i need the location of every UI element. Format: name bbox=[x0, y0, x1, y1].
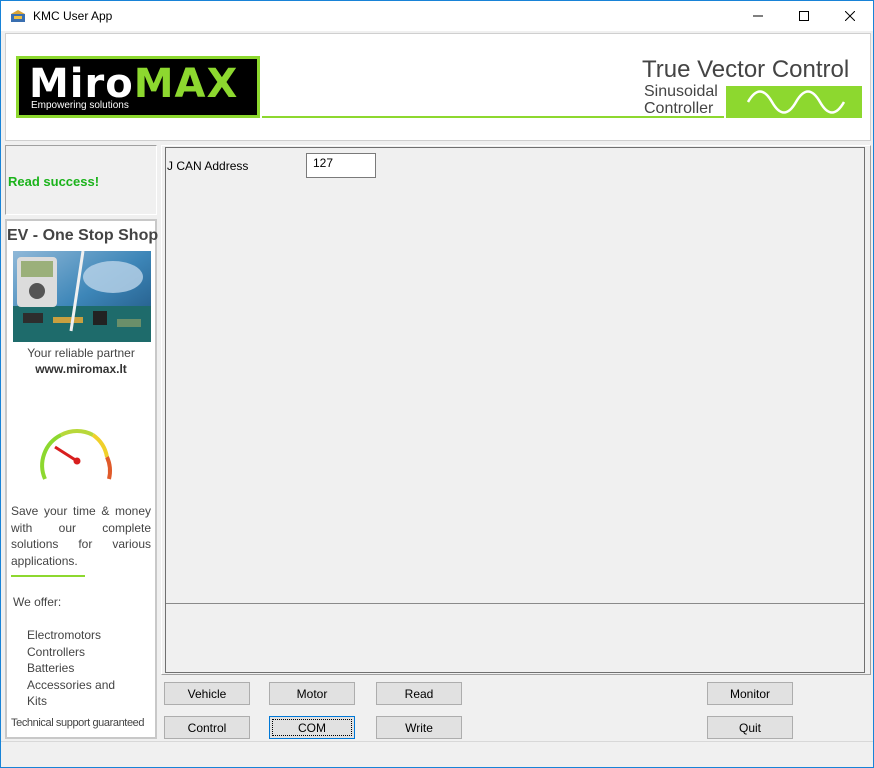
list-item: Kits bbox=[27, 694, 48, 708]
miromax-logo: MiroMAX Empowering solutions bbox=[16, 56, 260, 118]
ad-divider bbox=[11, 575, 85, 577]
product-line-1: Sinusoidal bbox=[644, 83, 718, 100]
parameters-panel bbox=[165, 147, 865, 673]
header-banner: MiroMAX Empowering solutions True Vector… bbox=[5, 33, 871, 141]
status-panel: Read success! bbox=[5, 145, 157, 215]
can-address-input[interactable]: 127 bbox=[306, 153, 376, 178]
product-title: True Vector Control bbox=[642, 56, 850, 83]
sine-wave-icon bbox=[726, 86, 862, 118]
write-button[interactable]: Write bbox=[376, 716, 462, 739]
status-message: Read success! bbox=[8, 174, 100, 189]
speedometer-icon bbox=[40, 429, 112, 480]
product-line-2: Controller bbox=[644, 100, 714, 117]
list-item: Electromotors bbox=[27, 628, 102, 642]
list-item: Batteries bbox=[27, 661, 75, 675]
motor-button[interactable]: Motor bbox=[269, 682, 355, 705]
logo-tagline: Empowering solutions bbox=[31, 100, 129, 111]
ad-partner-text: Your reliable partner bbox=[27, 346, 135, 360]
read-button[interactable]: Read bbox=[376, 682, 462, 705]
quit-button[interactable]: Quit bbox=[707, 716, 793, 739]
minimize-icon bbox=[753, 15, 763, 17]
can-address-label: J CAN Address bbox=[167, 159, 249, 173]
monitor-button[interactable]: Monitor bbox=[707, 682, 793, 705]
app-window: KMC User App MiroMAX Empowering solution… bbox=[0, 0, 874, 768]
maximize-button[interactable] bbox=[781, 1, 827, 31]
list-item: Controllers bbox=[27, 644, 86, 659]
minimize-button[interactable] bbox=[735, 1, 781, 31]
app-icon bbox=[11, 10, 25, 22]
ad-offer-heading: We offer: bbox=[13, 595, 62, 609]
window-title: KMC User App bbox=[33, 9, 113, 23]
ad-support-text: Technical support guaranteed bbox=[11, 717, 145, 729]
control-button[interactable]: Control bbox=[164, 716, 250, 739]
status-bar bbox=[1, 741, 873, 767]
ad-offer-list: Electromotors Controllers Batteries Acce… bbox=[27, 627, 115, 710]
ad-website-link[interactable]: www.miromax.lt bbox=[7, 362, 155, 376]
ad-title: EV - One Stop Shop bbox=[7, 227, 159, 244]
list-item: Accessories and bbox=[27, 677, 116, 692]
close-icon bbox=[845, 11, 855, 21]
info-area-divider bbox=[166, 603, 864, 604]
ad-save-text: Save your time & money with our complete… bbox=[11, 504, 151, 568]
maximize-icon bbox=[799, 11, 809, 21]
title-bar: KMC User App bbox=[1, 1, 873, 31]
close-button[interactable] bbox=[827, 1, 873, 31]
com-button[interactable]: COM bbox=[269, 716, 355, 739]
ad-panel: EV - One Stop Shop Your reliable partner… bbox=[5, 219, 159, 739]
vehicle-button[interactable]: Vehicle bbox=[164, 682, 250, 705]
electronics-photo bbox=[13, 251, 151, 342]
